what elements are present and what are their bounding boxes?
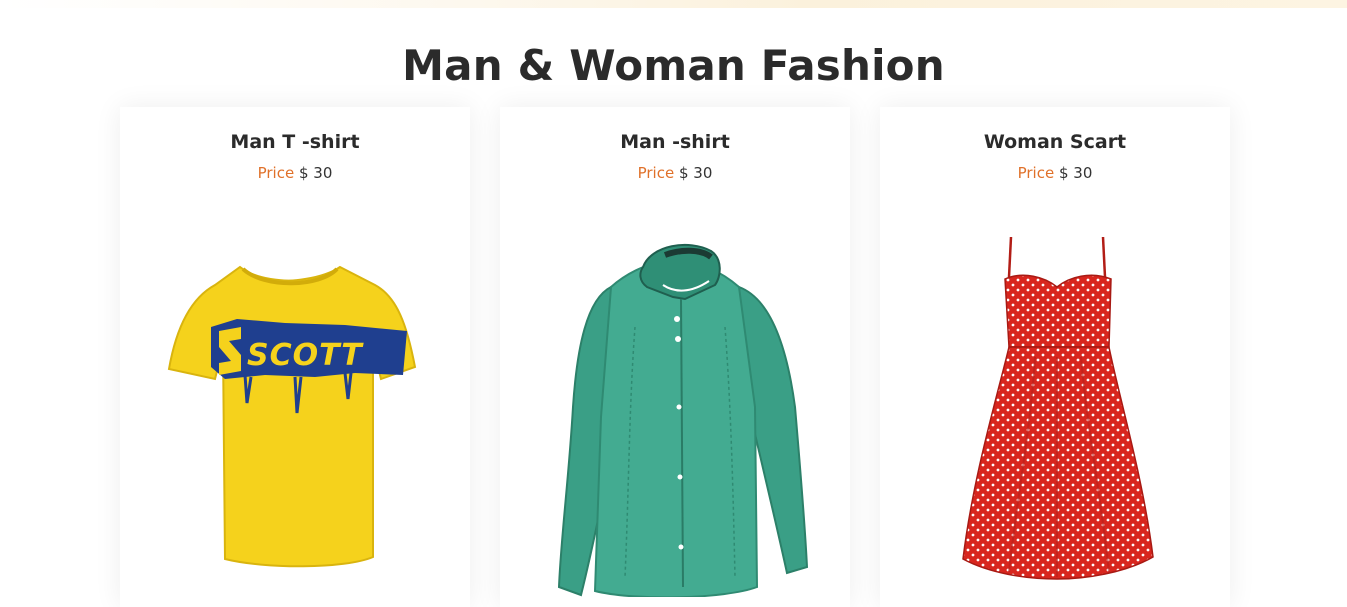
price-value: $ 30 [1058,164,1093,182]
product-card[interactable]: Man T -shirt Price $ 30 SCOTT [120,107,470,607]
price-label: Price [257,164,295,182]
price-label: Price [1017,164,1055,182]
product-price: Price $ 30 [500,163,850,183]
price-value: $ 30 [678,164,713,182]
tshirt-print-text: SCOTT [247,338,364,373]
red-dress-image[interactable] [905,227,1205,597]
price-value: $ 30 [298,164,333,182]
price-label: Price [637,164,675,182]
product-card[interactable]: Woman Scart Price $ 30 [880,107,1230,607]
product-price: Price $ 30 [880,163,1230,183]
product-name[interactable]: Man -shirt [500,129,850,155]
product-name[interactable]: Man T -shirt [120,129,470,155]
top-banner-edge [0,0,1347,8]
green-shirt-image[interactable] [525,227,825,597]
yellow-tshirt-image[interactable]: SCOTT [145,227,445,597]
product-price: Price $ 30 [120,163,470,183]
section-title: Man & Woman Fashion [402,41,945,91]
product-card[interactable]: Man -shirt Price $ 30 [500,107,850,607]
product-name[interactable]: Woman Scart [880,129,1230,155]
